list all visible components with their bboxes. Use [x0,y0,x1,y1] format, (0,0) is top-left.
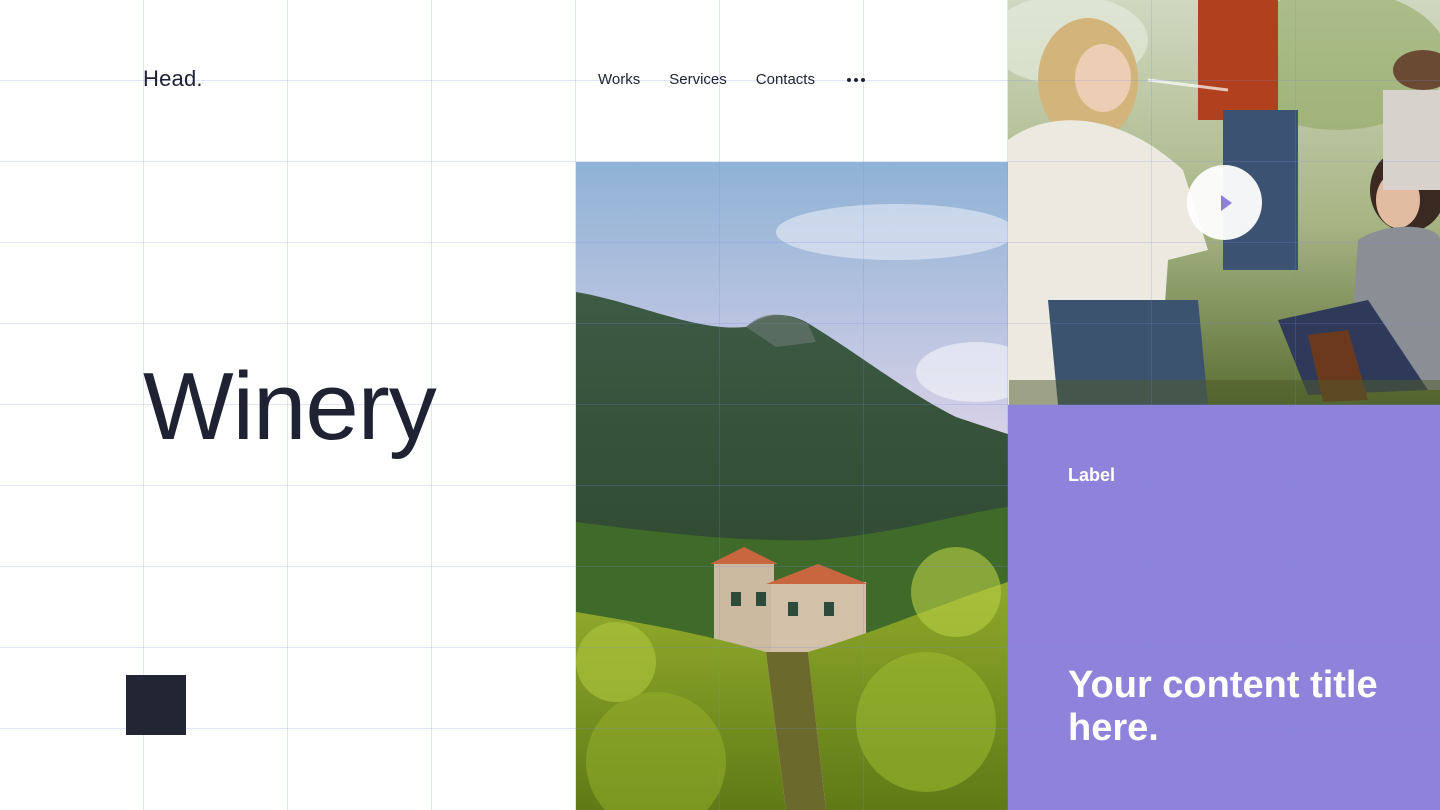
nav-link-works[interactable]: Works [598,71,640,88]
nav-link-services[interactable]: Services [669,71,727,88]
card-title: Your content title here. [1068,664,1378,749]
nav-link-contacts[interactable]: Contacts [756,71,815,88]
decorative-square [126,675,186,735]
card-label: Label [1068,465,1116,485]
logo[interactable]: Head. [143,66,203,92]
play-video-button[interactable] [1187,165,1262,240]
main-nav: Works Services Contacts [598,71,865,88]
hero-title: Winery [143,353,437,460]
vineyard-photo [576,162,1008,810]
play-icon [1221,194,1232,211]
more-horizontal-icon[interactable] [846,74,865,86]
